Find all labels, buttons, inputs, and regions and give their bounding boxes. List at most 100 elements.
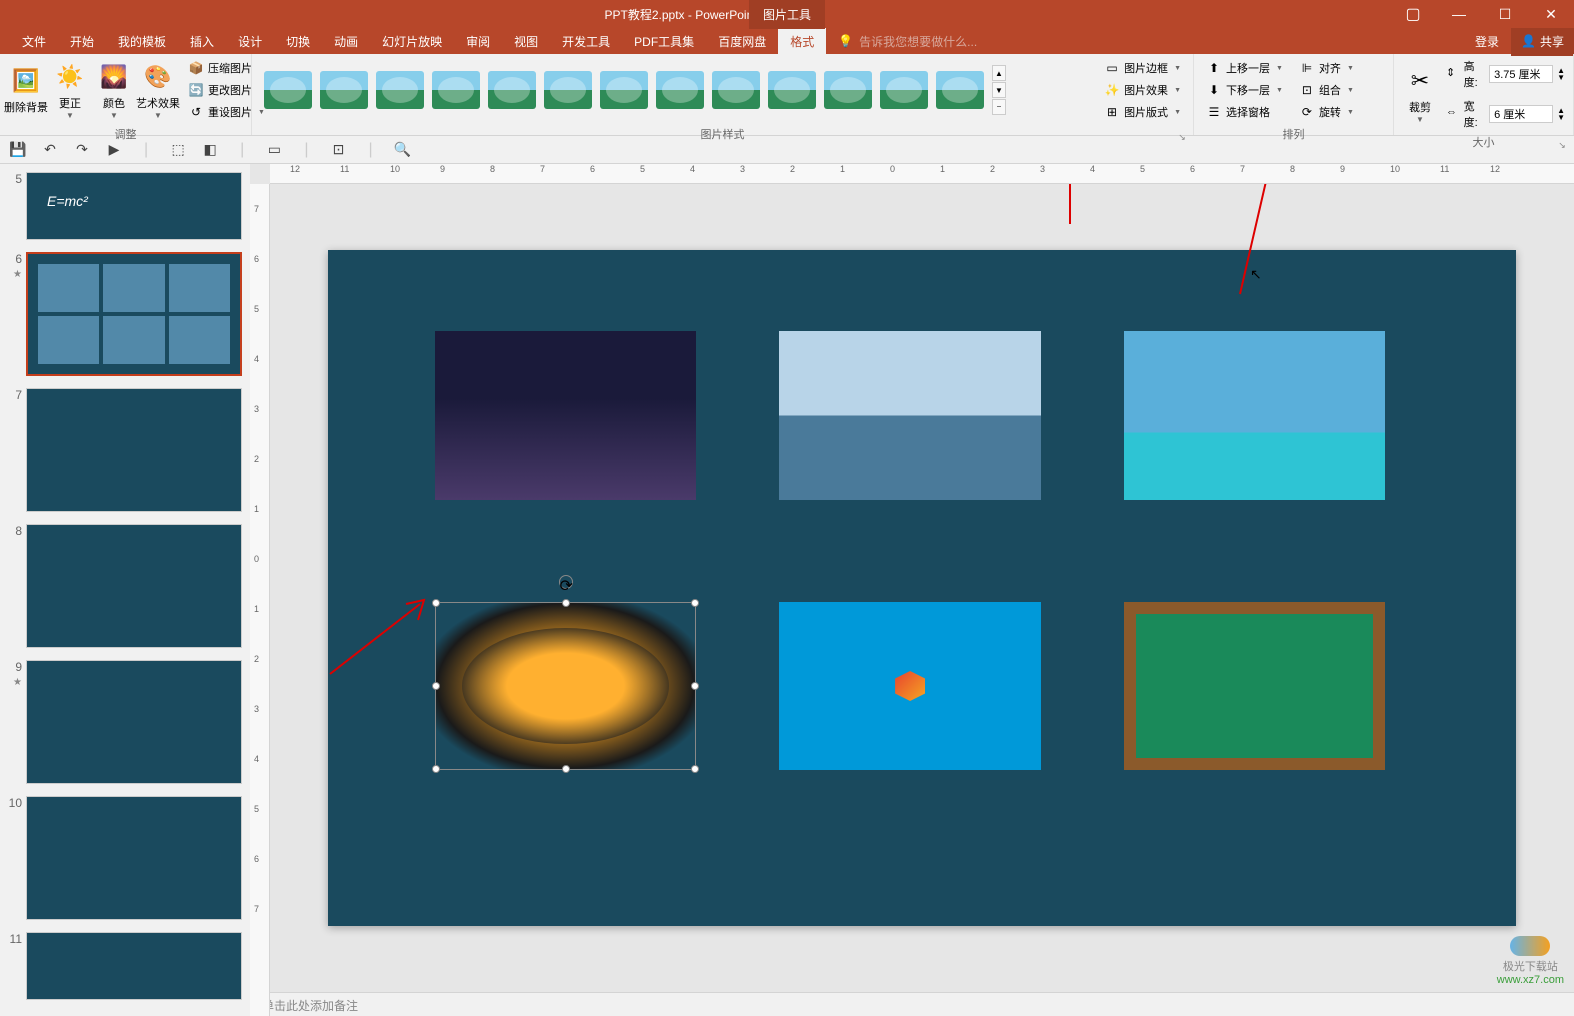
thumb-slide-8[interactable] [26, 524, 242, 648]
color-button[interactable]: 🌄 颜色 ▼ [92, 59, 136, 122]
tab-home[interactable]: 开始 [58, 27, 106, 56]
main-area: 5 E=mc² 6 ★ 7 8 9 ★ [0, 164, 1574, 1016]
picture-border-button[interactable]: ▭ 图片边框 ▼ [1100, 58, 1185, 78]
picture-chalkboard-frame[interactable] [1124, 602, 1385, 771]
tab-pdf-tools[interactable]: PDF工具集 [622, 27, 706, 56]
picture-mountain[interactable] [779, 331, 1040, 500]
picture-leaf-selected[interactable]: ⟳ [435, 602, 696, 771]
horizontal-ruler[interactable]: 1211109876543210123456789101112 [270, 164, 1574, 184]
corrections-button[interactable]: ☀️ 更正 ▼ [48, 59, 92, 122]
thumb-slide-10[interactable] [26, 796, 242, 920]
picture-city[interactable] [435, 331, 696, 500]
send-backward-button[interactable]: ⬇ 下移一层 ▼ [1202, 80, 1287, 100]
tab-format[interactable]: 格式 [778, 27, 826, 56]
resize-handle[interactable] [691, 682, 699, 690]
ribbon-group-arrange: ⬆ 上移一层 ▼ ⬇ 下移一层 ▼ ☰ 选择窗格 ⊫ 对齐 ▼ [1194, 54, 1394, 135]
animation-indicator-icon: ★ [13, 269, 22, 280]
picture-style-thumb[interactable] [880, 71, 928, 109]
tab-view[interactable]: 视图 [502, 27, 550, 56]
selection-pane-button[interactable]: ☰ 选择窗格 [1202, 102, 1287, 122]
gallery-expand[interactable]: ⎯ [992, 99, 1006, 115]
slide-thumbnail[interactable]: 10 [8, 796, 242, 920]
minimize-button[interactable]: — [1436, 0, 1482, 28]
picture-effects-button[interactable]: ✨ 图片效果 ▼ [1100, 80, 1185, 100]
thumb-slide-9[interactable] [26, 660, 242, 784]
picture-layout-button[interactable]: ⊞ 图片版式 ▼ [1100, 102, 1185, 122]
chevron-down-icon: ▼ [1174, 65, 1181, 72]
bring-forward-button[interactable]: ⬆ 上移一层 ▼ [1202, 58, 1287, 78]
picture-style-thumb[interactable] [264, 71, 312, 109]
login-button[interactable]: 登录 [1463, 27, 1511, 56]
dialog-launcher-icon[interactable]: ↘ [1557, 140, 1567, 150]
height-input[interactable] [1489, 65, 1553, 83]
tab-transitions[interactable]: 切换 [274, 27, 322, 56]
picture-style-thumb[interactable] [600, 71, 648, 109]
tab-baidu[interactable]: 百度网盘 [706, 27, 778, 56]
resize-handle[interactable] [432, 765, 440, 773]
width-input[interactable] [1489, 105, 1553, 123]
picture-style-thumb[interactable] [376, 71, 424, 109]
picture-style-thumb[interactable] [768, 71, 816, 109]
tab-my-templates[interactable]: 我的模板 [106, 27, 178, 56]
compress-icon: 📦 [188, 60, 204, 76]
picture-style-thumb[interactable] [656, 71, 704, 109]
rotation-handle[interactable]: ⟳ [559, 575, 573, 589]
remove-bg-icon: 🖼️ [10, 65, 42, 97]
crop-button[interactable]: ✂ 裁剪 ▼ [1398, 63, 1442, 126]
picture-style-thumb[interactable] [488, 71, 536, 109]
resize-handle[interactable] [562, 765, 570, 773]
ribbon-display-options[interactable]: ▢ [1390, 0, 1436, 28]
slide-thumbnail[interactable]: 9 ★ [8, 660, 242, 784]
tab-file[interactable]: 文件 [10, 27, 58, 56]
slide-thumbnail[interactable]: 5 E=mc² [8, 172, 242, 240]
resize-handle[interactable] [432, 599, 440, 607]
picture-style-thumb[interactable] [712, 71, 760, 109]
artistic-effects-button[interactable]: 🎨 艺术效果 ▼ [136, 59, 180, 122]
remove-background-button[interactable]: 🖼️ 删除背景 [4, 63, 48, 117]
gallery-scroll-down[interactable]: ▼ [992, 82, 1006, 98]
gallery-scroll-up[interactable]: ▲ [992, 65, 1006, 81]
tell-me-search[interactable]: 💡 告诉我您想要做什么... [838, 33, 977, 50]
tab-review[interactable]: 审阅 [454, 27, 502, 56]
thumb-slide-11[interactable] [26, 932, 242, 1000]
resize-handle[interactable] [691, 765, 699, 773]
align-button[interactable]: ⊫ 对齐 ▼ [1295, 58, 1358, 78]
notes-pane[interactable]: 单击此处添加备注 [250, 992, 1574, 1016]
resize-handle[interactable] [562, 599, 570, 607]
tab-insert[interactable]: 插入 [178, 27, 226, 56]
maximize-button[interactable]: ☐ [1482, 0, 1528, 28]
picture-style-thumb[interactable] [320, 71, 368, 109]
slide-canvas[interactable]: ⟳ [328, 250, 1516, 926]
thumb-slide-7[interactable] [26, 388, 242, 512]
thumb-slide-6[interactable] [26, 252, 242, 376]
tab-design[interactable]: 设计 [226, 27, 274, 56]
tab-slideshow[interactable]: 幻灯片放映 [370, 27, 454, 56]
slide-canvas-container[interactable]: ⟳ [250, 184, 1574, 992]
ribbon-group-size: ✂ 裁剪 ▼ ⇕ 高度: ▲▼ ⇔ 宽度: ▲▼ 大小 [1394, 54, 1574, 135]
spinner-icon[interactable]: ▲▼ [1557, 107, 1565, 121]
share-button[interactable]: 👤 共享 [1511, 27, 1574, 56]
resize-handle[interactable] [432, 682, 440, 690]
picture-style-thumb[interactable] [936, 71, 984, 109]
group-button[interactable]: ⊡ 组合 ▼ [1295, 80, 1358, 100]
spinner-icon[interactable]: ▲▼ [1557, 67, 1565, 81]
slide-thumbnail[interactable]: 11 [8, 932, 242, 1000]
picture-blue-logo[interactable] [779, 602, 1040, 771]
tab-developer[interactable]: 开发工具 [550, 27, 622, 56]
picture-style-thumb[interactable] [544, 71, 592, 109]
thumb-slide-5[interactable]: E=mc² [26, 172, 242, 240]
resize-handle[interactable] [691, 599, 699, 607]
picture-beach[interactable] [1124, 331, 1385, 500]
rotate-button[interactable]: ⟳ 旋转 ▼ [1295, 102, 1358, 122]
close-button[interactable]: ✕ [1528, 0, 1574, 28]
chevron-down-icon: ▼ [1174, 87, 1181, 94]
dialog-launcher-icon[interactable]: ↘ [1177, 132, 1187, 142]
slide-thumbnail[interactable]: 7 [8, 388, 242, 512]
slide-thumbnail[interactable]: 6 ★ [8, 252, 242, 376]
picture-style-thumb[interactable] [432, 71, 480, 109]
selection-icon: ☰ [1206, 104, 1222, 120]
tab-animations[interactable]: 动画 [322, 27, 370, 56]
picture-style-thumb[interactable] [824, 71, 872, 109]
slide-thumbnail[interactable]: 8 [8, 524, 242, 648]
slide-thumbnails-panel[interactable]: 5 E=mc² 6 ★ 7 8 9 ★ [0, 164, 250, 1016]
